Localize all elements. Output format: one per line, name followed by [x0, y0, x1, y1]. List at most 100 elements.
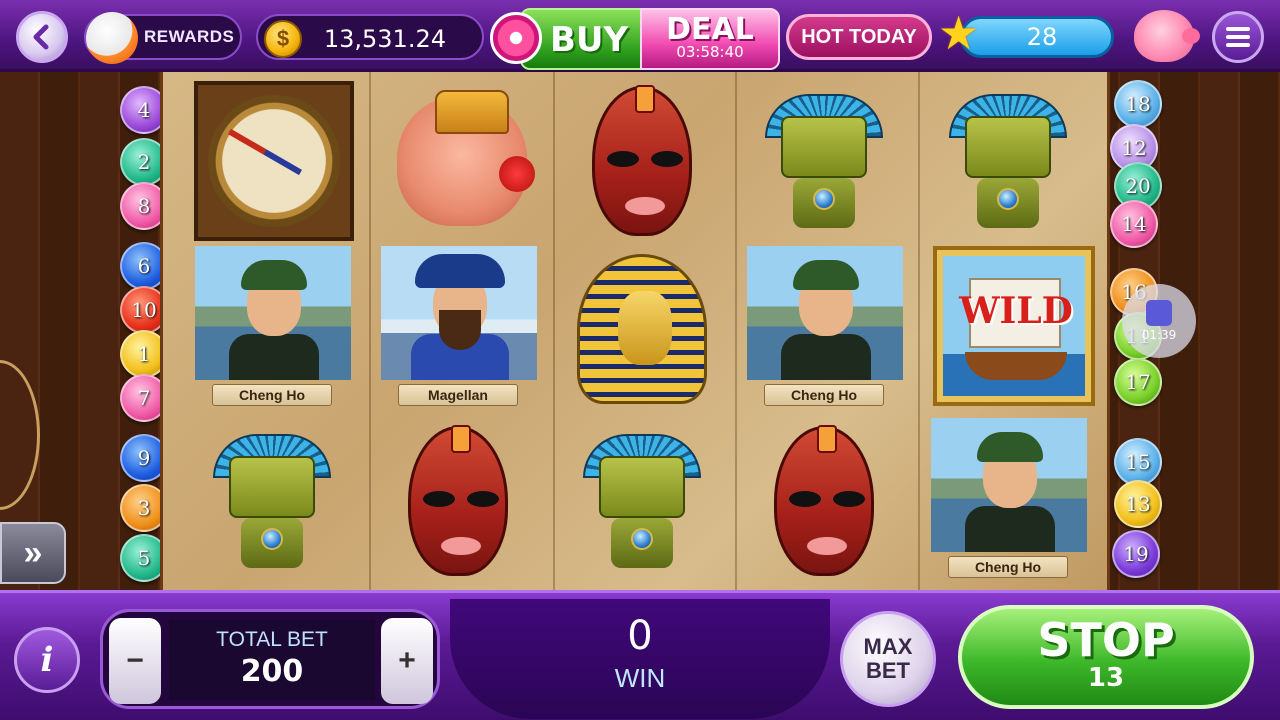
- mask-face: [408, 425, 508, 576]
- mask-eye: [833, 491, 865, 507]
- bottom-control-bar: i − TOTAL BET 200 + 0 WIN MAX BET STOP 1…: [0, 590, 1280, 720]
- idol-gem: [813, 188, 835, 210]
- piggy-snout: [1182, 28, 1200, 44]
- top-bar: REWARDS $ 13,531.24 BUY DEAL 03:58:40 HO…: [0, 0, 1280, 72]
- level-value: 28: [1026, 23, 1058, 51]
- info-button[interactable]: i: [14, 627, 80, 693]
- idol-figure: [583, 434, 701, 572]
- cheng-ho-symbol: Cheng Ho: [923, 418, 1093, 584]
- bet-label: BET: [865, 658, 910, 683]
- reel-5-row-2: WILD: [925, 240, 1103, 410]
- reel-1-row-1: [185, 76, 363, 246]
- idol-gem: [261, 528, 283, 550]
- decrease-bet-button[interactable]: −: [109, 618, 161, 704]
- symbol-name-banner: Cheng Ho: [948, 556, 1068, 578]
- red-mask-symbol: [383, 425, 533, 576]
- mask-face: [774, 425, 874, 576]
- reel-3-row-2: [553, 244, 731, 414]
- total-bet-display: TOTAL BET 200: [169, 620, 375, 700]
- mask-eye: [607, 151, 639, 167]
- autospin-count: 13: [1087, 663, 1125, 693]
- piggy-bank-icon[interactable]: [1134, 10, 1200, 62]
- portrait-hat: [977, 432, 1043, 462]
- portrait-background: [931, 418, 1087, 552]
- ganesha-head: [397, 90, 535, 226]
- coin-balance[interactable]: $ 13,531.24: [256, 14, 484, 60]
- green-idol-symbol: [933, 86, 1083, 236]
- rewards-button[interactable]: REWARDS: [84, 12, 242, 64]
- level-progress[interactable]: 28: [960, 16, 1114, 58]
- payline-badge-right[interactable]: 18: [1114, 80, 1162, 128]
- portrait-hat: [793, 260, 859, 290]
- total-bet-value: 200: [240, 654, 304, 689]
- balance-value: 13,531.24: [323, 25, 446, 53]
- reel-2-row-3: [369, 416, 547, 586]
- total-bet-label: TOTAL BET: [216, 628, 328, 651]
- payline-badge-right[interactable]: 13: [1114, 480, 1162, 528]
- win-panel: 0 WIN: [450, 599, 830, 719]
- payline-badge-right[interactable]: 17: [1114, 358, 1162, 406]
- mask-gem: [817, 425, 837, 453]
- idol-gem: [631, 528, 653, 550]
- deal-button[interactable]: DEAL 03:58:40: [640, 8, 780, 70]
- symbol-name-banner: Cheng Ho: [764, 384, 884, 406]
- menu-button[interactable]: [1212, 11, 1264, 63]
- idol-gem: [997, 188, 1019, 210]
- mask-eye: [423, 491, 455, 507]
- symbol-name-banner: Magellan: [398, 384, 518, 406]
- back-button[interactable]: [16, 11, 68, 63]
- idol-head: [781, 116, 867, 178]
- reel-5-row-1: [919, 76, 1097, 246]
- mask-eye: [467, 491, 499, 507]
- portrait-background: [381, 246, 537, 380]
- magellan-symbol: Magellan: [373, 246, 543, 412]
- side-decoration: [0, 360, 40, 510]
- reels-area: Cheng Ho Magellan Cheng Ho WILD Cheng Ho: [160, 72, 1110, 590]
- pharaoh-headdress: [577, 254, 707, 404]
- reel-4-row-3: [735, 416, 913, 586]
- wild-scene: WILD: [943, 256, 1085, 396]
- idol-figure: [213, 434, 331, 572]
- idol-figure: [765, 94, 883, 232]
- expand-side-button[interactable]: »: [0, 522, 66, 584]
- reel-3-row-1: [553, 76, 731, 246]
- cheng-ho-symbol: Cheng Ho: [187, 246, 357, 412]
- payline-badge-right[interactable]: 15: [1114, 438, 1162, 486]
- idol-head: [965, 116, 1051, 178]
- star-icon: ★: [938, 7, 980, 59]
- hibiscus-flower: [499, 156, 535, 192]
- win-label: WIN: [614, 663, 666, 693]
- video-reward-overlay[interactable]: 01:39: [1122, 284, 1196, 358]
- reel-1-row-3: [183, 416, 361, 586]
- slot-game-screen: REWARDS $ 13,531.24 BUY DEAL 03:58:40 HO…: [0, 0, 1280, 720]
- back-arrow-icon: [33, 24, 49, 50]
- gift-icon[interactable]: [490, 12, 542, 64]
- portrait-torso: [781, 334, 871, 380]
- hot-today-button[interactable]: HOT TODAY: [786, 14, 932, 60]
- wild-ship-symbol: WILD: [933, 242, 1095, 408]
- mask-gem: [451, 425, 471, 453]
- portrait-torso: [229, 334, 319, 380]
- reel-3-row-3: [553, 416, 731, 586]
- reel-4-row-1: [735, 76, 913, 246]
- idol-head: [229, 456, 315, 518]
- rewards-mascot-icon: [86, 12, 138, 64]
- mask-mouth: [441, 537, 481, 555]
- stop-spin-button[interactable]: STOP 13: [958, 605, 1254, 709]
- payline-badge-right[interactable]: 19: [1112, 530, 1160, 578]
- payline-badge-right[interactable]: 14: [1110, 200, 1158, 248]
- stop-label: STOP: [1037, 613, 1175, 667]
- compass-symbol: [194, 81, 354, 241]
- increase-bet-button[interactable]: +: [381, 618, 433, 704]
- video-timer: 01:39: [1141, 328, 1177, 342]
- max-bet-button[interactable]: MAX BET: [840, 611, 936, 707]
- mask-mouth: [807, 537, 847, 555]
- ship-hull: [965, 352, 1067, 380]
- cheng-ho-symbol: Cheng Ho: [739, 246, 909, 412]
- portrait-torso: [965, 506, 1055, 552]
- compass-frame: [194, 81, 354, 241]
- reel-4-row-2: Cheng Ho: [735, 244, 913, 414]
- portrait-beard: [439, 310, 481, 350]
- max-label: MAX: [863, 634, 913, 659]
- symbol-name-banner: Cheng Ho: [212, 384, 332, 406]
